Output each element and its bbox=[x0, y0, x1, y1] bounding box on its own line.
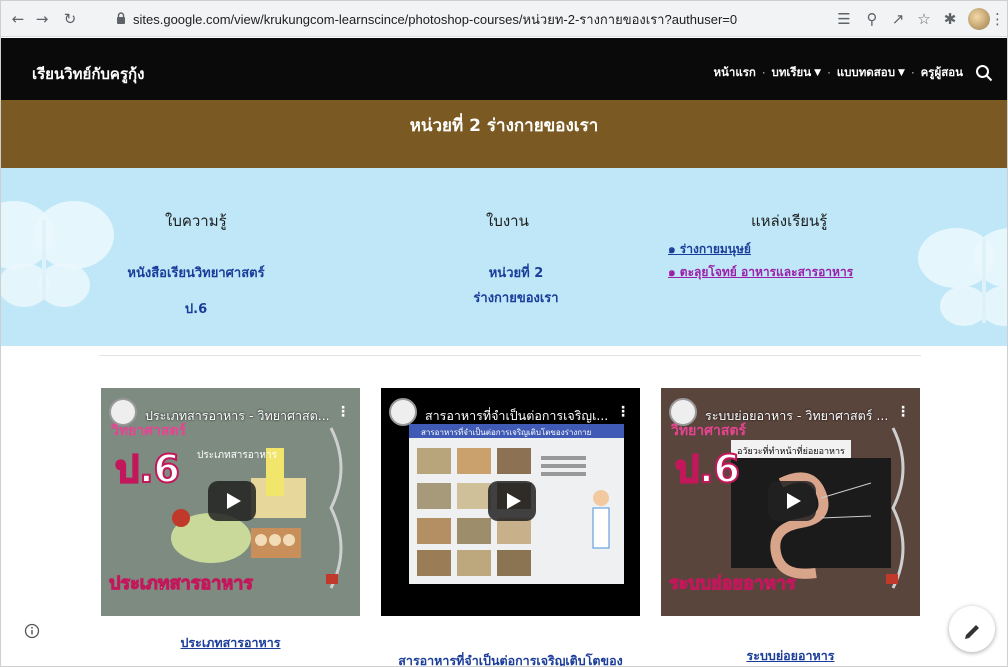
page-title: หน่วยที่ 2 ร่างกายของเรา bbox=[409, 116, 599, 136]
thumb-bottom-title: ประเภทสารอาหาร bbox=[109, 573, 254, 595]
video-title[interactable]: สารอาหารที่จำเป็นต่อการเจริญเ... bbox=[425, 406, 625, 426]
nav-separator: · bbox=[827, 66, 831, 80]
resources-panel: ใบความรู้ หนังสือเรียนวิทยาศาสตร์ ป.6 ใบ… bbox=[1, 168, 1007, 346]
thumb-bottom-title: ระบบย่อยอาหาร bbox=[669, 573, 797, 595]
resource-link-nutrition-quiz[interactable]: ๑ ตะลุยโจทย์ อาหารและสารอาหาร bbox=[668, 263, 853, 282]
thumb-caption: ประเภทสารอาหาร bbox=[197, 450, 277, 461]
worksheet-unit-link[interactable]: หน่วยที่ 2 bbox=[441, 262, 591, 283]
more-options-icon[interactable]: ⋮ bbox=[896, 404, 910, 420]
nav-label: หน้าแรก bbox=[713, 65, 756, 79]
back-icon[interactable]: ← bbox=[9, 10, 27, 28]
video-player-essential-nutrients[interactable]: สารอาหารที่จำเป็นต่อการเจริญเติบโตของร่า… bbox=[381, 388, 640, 616]
video-caption-link[interactable]: ประเภทสารอาหาร bbox=[101, 633, 360, 653]
video-title[interactable]: ประเภทสารอาหาร - วิทยาศาสต... bbox=[145, 406, 345, 426]
browser-window: ← → ↻ sites.google.com/view/krukungcom-l… bbox=[0, 0, 1008, 667]
butterfly-decoration-icon bbox=[918, 228, 1007, 326]
play-button[interactable] bbox=[488, 481, 536, 521]
browser-toolbar: ← → ↻ sites.google.com/view/krukungcom-l… bbox=[1, 1, 1007, 37]
zoom-icon[interactable]: ⚲ bbox=[862, 9, 882, 29]
lock-icon bbox=[117, 12, 125, 24]
more-options-icon[interactable]: ⋮ bbox=[336, 404, 350, 420]
pencil-icon bbox=[965, 625, 979, 639]
thumb-grade-label: ป.6 bbox=[114, 446, 181, 492]
channel-avatar[interactable] bbox=[389, 398, 417, 426]
nav-label: บทเรียน bbox=[771, 65, 812, 79]
nav-item-teacher[interactable]: ครูผู้สอน bbox=[921, 64, 963, 82]
nav-label: แบบทดสอบ bbox=[836, 65, 896, 79]
reload-icon[interactable]: ↻ bbox=[61, 10, 79, 28]
chevron-down-icon: ▼ bbox=[814, 68, 822, 78]
nav-separator: · bbox=[761, 66, 766, 80]
top-nav: หน้าแรก · บทเรียน ▼ · แบบทดสอบ ▼ · ครูผู้ส… bbox=[713, 64, 993, 82]
nav-item-home[interactable]: หน้าแรก bbox=[713, 64, 755, 82]
star-icon[interactable]: ☆ bbox=[914, 9, 934, 29]
site-title[interactable]: เรียนวิทย์กับครูกุ้ง bbox=[32, 62, 144, 86]
more-options-icon[interactable]: ⋮ bbox=[616, 404, 630, 420]
play-button[interactable] bbox=[768, 481, 816, 521]
video-player-digestive-system[interactable]: วิทยาศาสตร์ ป.6 อวัยวะที่ทำหน้าที่ย่อยอา… bbox=[661, 388, 920, 616]
video-player-nutrient-types[interactable]: วิทยาศาสตร์ ป.6 ประเภทสารอาหาร ประเภทสาร… bbox=[101, 388, 360, 616]
divider bbox=[99, 355, 921, 356]
nav-separator: · bbox=[910, 66, 915, 80]
video-title[interactable]: ระบบย่อยอาหาร - วิทยาศาสตร์ ... bbox=[705, 406, 905, 426]
thumb-grade-label: ป.6 bbox=[674, 446, 741, 492]
play-button[interactable] bbox=[208, 481, 256, 521]
url-text[interactable]: sites.google.com/view/krukungcom-learnsc… bbox=[133, 9, 737, 30]
channel-avatar[interactable] bbox=[669, 398, 697, 426]
chevron-down-icon: ▼ bbox=[898, 68, 905, 78]
worksheet-title: ใบงาน bbox=[486, 212, 529, 230]
share-icon[interactable]: ↗ bbox=[888, 9, 908, 29]
butterfly-decoration-icon bbox=[1, 201, 114, 307]
worksheet-topic-link[interactable]: ร่างกายของเรา bbox=[441, 287, 591, 308]
extensions-icon[interactable]: ✱ bbox=[940, 9, 960, 29]
nav-item-lessons[interactable]: บทเรียน ▼ bbox=[772, 64, 822, 82]
thumb-header: สารอาหารที่จำเป็นต่อการเจริญเติบโตของร่า… bbox=[421, 428, 592, 437]
info-icon[interactable] bbox=[24, 623, 40, 639]
edit-button[interactable] bbox=[949, 606, 995, 652]
menu-icon[interactable]: ⋮ bbox=[990, 9, 1005, 29]
search-icon[interactable] bbox=[975, 64, 993, 82]
site-header: เรียนวิทย์กับครูกุ้ง หน้าแรก · บทเรียน ▼ … bbox=[1, 38, 1007, 100]
translate-icon[interactable]: ☰ bbox=[834, 9, 854, 29]
knowledge-title: ใบความรู้ bbox=[165, 212, 227, 230]
unit-banner: หน่วยที่ 2 ร่างกายของเรา bbox=[1, 100, 1007, 168]
video-caption-link[interactable]: ระบบย่อยอาหาร bbox=[661, 646, 920, 666]
resources-title: แหล่งเรียนรู้ bbox=[751, 212, 828, 230]
profile-avatar[interactable] bbox=[968, 8, 990, 30]
resource-link-human-body[interactable]: ๑ ร่างกายมนุษย์ bbox=[668, 240, 751, 259]
nav-label: ครูผู้สอน bbox=[920, 65, 963, 79]
channel-avatar[interactable] bbox=[109, 398, 137, 426]
thumb-heading: อวัยวะที่ทำหน้าที่ย่อยอาหาร bbox=[737, 447, 845, 457]
nav-item-quizzes[interactable]: แบบทดสอบ ▼ bbox=[837, 64, 905, 82]
knowledge-book-link[interactable]: หนังสือเรียนวิทยาศาสตร์ bbox=[117, 262, 275, 283]
video-caption-link[interactable]: สารอาหารที่จำเป็นต่อการเจริญเติบโตของ bbox=[381, 651, 640, 666]
knowledge-grade-link[interactable]: ป.6 bbox=[117, 298, 275, 319]
forward-icon[interactable]: → bbox=[33, 10, 51, 28]
